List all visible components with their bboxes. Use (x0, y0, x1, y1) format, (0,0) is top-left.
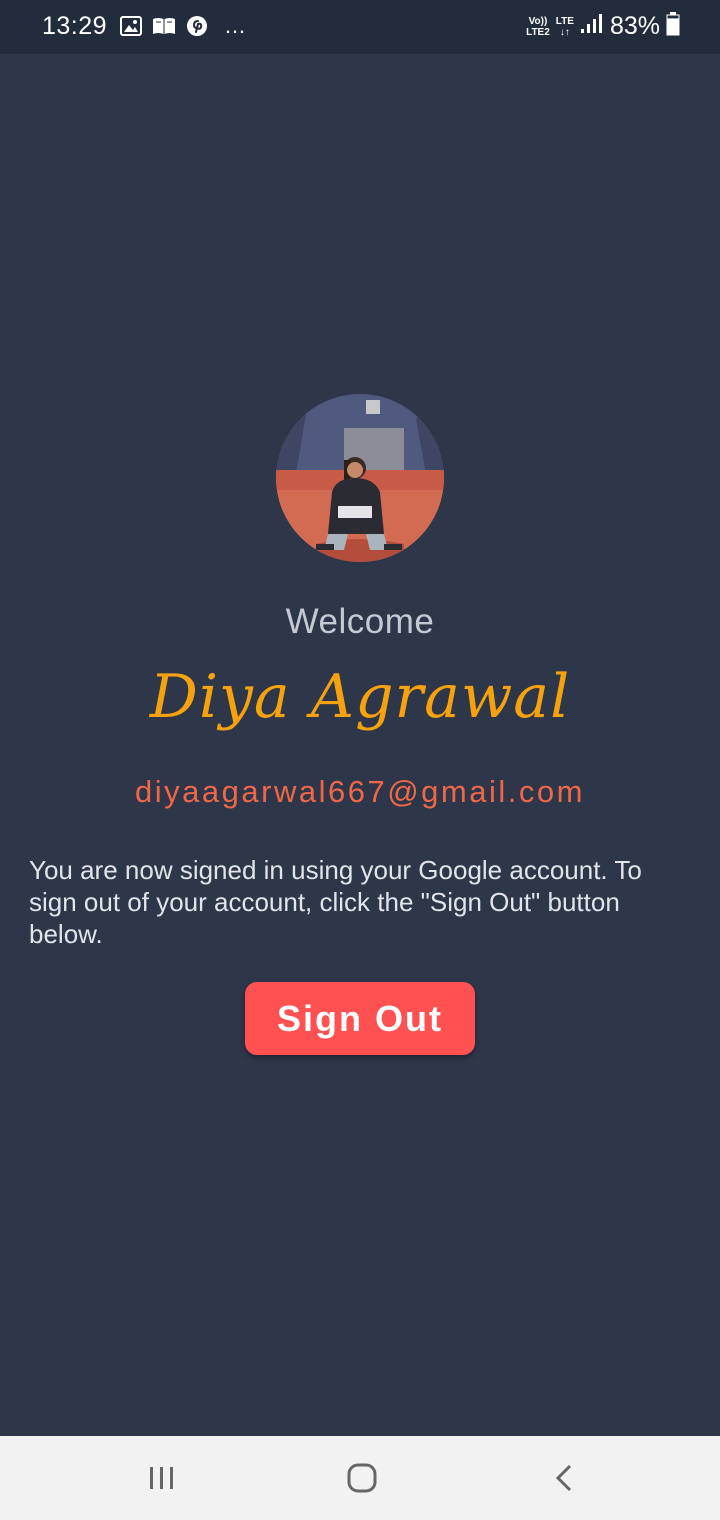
notification-icons: … (120, 15, 248, 37)
book-icon (152, 16, 176, 36)
recent-apps-icon (150, 1467, 173, 1489)
status-bar: 13:29 … Vo)) LTE2 LTE ↓↑ 83% (0, 0, 720, 54)
data-activity-icon: ↓↑ (559, 26, 570, 38)
lte2-label: LTE2 (526, 26, 550, 38)
battery-percent: 83% (609, 12, 660, 40)
sign-out-button[interactable]: Sign Out (245, 982, 475, 1055)
lte-label: LTE (555, 15, 574, 27)
gallery-icon (120, 16, 142, 36)
back-icon (555, 1464, 572, 1492)
user-email: diyaagarwal667@gmail.com (135, 774, 585, 809)
recent-apps-button[interactable] (132, 1458, 192, 1498)
pinterest-icon (186, 15, 208, 37)
network-indicator: Vo)) LTE2 LTE ↓↑ (526, 16, 574, 38)
welcome-text: Welcome (285, 602, 435, 641)
sign-in-info-text: You are now signed in using your Google … (29, 855, 642, 949)
home-button[interactable] (332, 1458, 392, 1498)
status-time: 13:29 (42, 12, 108, 40)
system-nav-bar (0, 1436, 720, 1520)
user-name: Diya Agrawal (149, 662, 571, 732)
back-button[interactable] (534, 1458, 594, 1498)
volte-label: Vo)) (528, 15, 548, 27)
status-right: Vo)) LTE2 LTE ↓↑ 83% (526, 12, 680, 41)
signal-icon (580, 13, 604, 40)
home-icon (347, 1463, 377, 1493)
profile-avatar (276, 394, 444, 562)
more-notifications-icon: … (224, 13, 248, 38)
battery-icon (666, 12, 680, 41)
signed-in-screen: 13:29 … Vo)) LTE2 LTE ↓↑ 83% Welcome Diy… (0, 0, 720, 1520)
